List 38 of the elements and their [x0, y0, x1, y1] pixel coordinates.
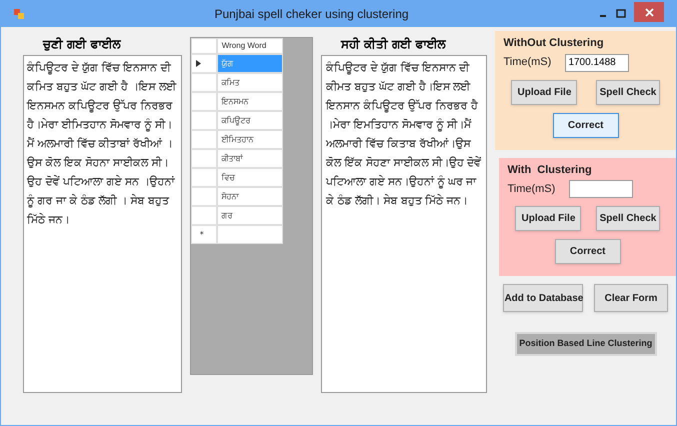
- push-button[interactable]: Position Based Line Clustering: [514, 332, 657, 356]
- push-button[interactable]: Upload File: [511, 80, 578, 104]
- row-header: [190, 38, 217, 54]
- text-area[interactable]: ਕੰਪਿਊਟਰ ਦੇ ਯੁੱਗ ਵਿੱਚ ਇਨਸਾਨ ਦੀ ਕਮਿਤ ਬਹੁਤ ਘੱਟ ਗਈ ਹੈ ।ਇਸ ਲਈ ਇਨਸਮਨ ਕਪਿਊਟਰ ਉੱਪਰ ਨਿਰਭਰ ਹੈ।ਮੇਰਾ ਈਮਿਤਹਾਨ ਸੋਮਵਾਰ ਨੂੰ ਸੀ।ਮੈਂ ਅਲਮਾਰੀ ਵਿੱਚ ਕੀਤਾਬਾਂ ਰੱਖੀਆਂ ।ਉਸ ਕੋਲ ਇਕ ਸੋਹਨਾ ਸਾਈਕਲ ਸੀ।ਉਹ ਦੋਵੇਂ ਪਟਿਆਲਾ ਗਏ ਸਨ ।ਉਹਨਾਂ ਨੂੰ ਗਰ ਜਾ ਕੇ ਠੰਡ ਲੱਗੀ । ਸੇਬ ਬਹੁਤ ਮਿੱਠੇ ਜਨ।: [23, 55, 182, 393]
- column-header: Wrong Word: [216, 38, 283, 54]
- window-title: Punjbai spell cheker using clustering: [213, 6, 410, 23]
- push-button[interactable]: Spell Check: [596, 206, 660, 231]
- push-button[interactable]: Correct: [554, 239, 621, 264]
- app-icon: [13, 8, 25, 20]
- grid-cell[interactable]: ਗਰ: [216, 206, 283, 225]
- time-field[interactable]: 1700.1488: [565, 54, 630, 72]
- close-button[interactable]: [634, 2, 664, 22]
- push-button[interactable]: Upload File: [515, 206, 582, 231]
- row-header[interactable]: [190, 54, 217, 73]
- group-title: With Clustering: [507, 162, 593, 178]
- grid-cell[interactable]: ਕਪਿਊਟਰ: [216, 111, 283, 130]
- push-button[interactable]: Add to Database: [503, 284, 584, 312]
- time-label: Time(mS): [503, 55, 552, 70]
- push-button[interactable]: Correct: [552, 112, 619, 138]
- push-button[interactable]: Clear Form: [594, 284, 668, 312]
- grid-cell[interactable]: ਵਿਚ: [216, 168, 283, 187]
- push-button[interactable]: Spell Check: [596, 80, 660, 104]
- time-label: Time(mS): [507, 182, 556, 197]
- panel-heading: ਸਹੀ ਕੀਤੀ ਗਈ ਫਾਈਲ: [340, 36, 447, 53]
- maximize-icon[interactable]: [616, 9, 626, 19]
- panel-heading: ਚੁਣੀ ਗਈ ਫਾਈਲ: [42, 36, 122, 53]
- grid-cell[interactable]: ਕੀਤਾਬਾਂ: [216, 149, 283, 168]
- current-row-icon: [196, 60, 201, 67]
- grid-cell[interactable]: [216, 225, 283, 244]
- text-area[interactable]: ਕੰਪਿਊਟਰ ਦੇ ਯੁੱਗ ਵਿੱਚ ਇਨਸਾਨ ਦੀ ਕੀਮਤ ਬਹੁਤ ਘੱਟ ਗਈ ਹੈ।ਇਸ ਲਈ ਇਨਸਾਨ ਕੰਪਿਊਟਰ ਉੱਪਰ ਨਿਰਭਰ ਹੈ ।ਮੇਰਾ ਇਮਤਿਹਾਨ ਸੋਮਵਾਰ ਨੂੰ ਸੀ।ਮੈਂ ਅਲਮਾਰੀ ਵਿੱਚ ਕਿਤਾਬ ਰੱਖੀਆਂ।ਉਸ ਕੋਲ ਇੱਕ ਸੋਹਣਾ ਸਾਈਕਲ ਸੀ।ਉਹ ਦੋਵੇਂ ਪਟਿਆਲਾ ਗਏ ਸਨ।ਉਹਨਾਂ ਨੂੰ ਘਰ ਜਾ ਕੇ ਠੰਡ ਲੱਗੀ। ਸੇਬ ਬਹੁਤ ਮਿੱਠੇ ਜਨ।: [320, 55, 488, 393]
- close-icon: [644, 8, 654, 16]
- row-header[interactable]: *: [190, 225, 217, 244]
- grid-cell[interactable]: ਸੋਹਨਾ: [216, 187, 283, 206]
- grid-cell[interactable]: ਈਮਿਤਹਾਨ: [216, 130, 283, 149]
- grid-cell[interactable]: ਕਮਿਤ: [216, 73, 283, 92]
- time-field[interactable]: [569, 180, 634, 198]
- group-title: WithOut Clustering: [503, 36, 605, 51]
- grid-cell[interactable]: ਇਨਸਮਨ: [216, 92, 283, 111]
